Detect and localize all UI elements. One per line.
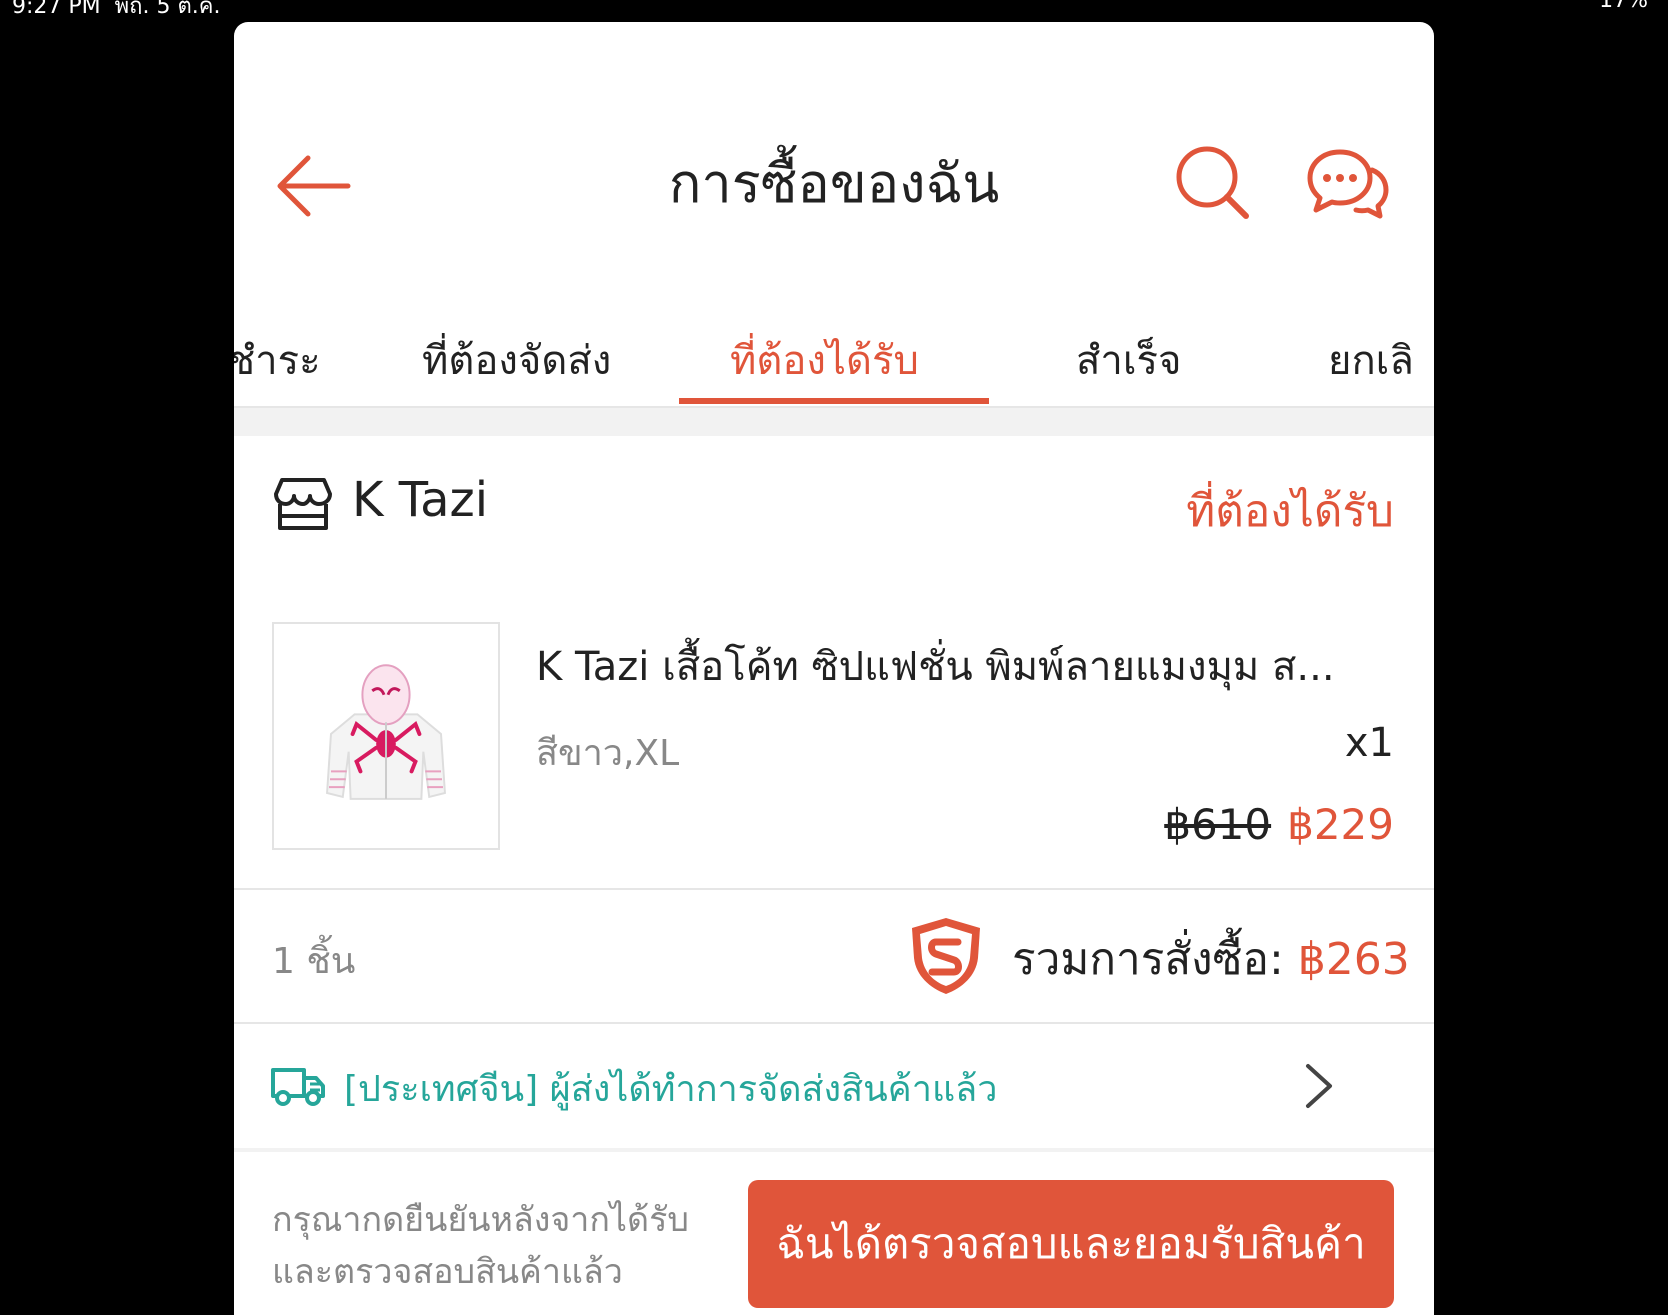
active-tab-indicator (679, 398, 989, 404)
status-bar: 9:27 PM พฤ. 5 ต.ค. 17% (0, 0, 1668, 14)
header: การซื้อของฉัน (234, 22, 1434, 292)
tab-to-receive[interactable]: ที่ต้องได้รับ (730, 328, 919, 392)
tab-cancelled[interactable]: ยกเลิ (1328, 328, 1414, 392)
tab-to-pay[interactable]: ชำระ (234, 328, 321, 392)
order-total-label: รวมการสั่งซื้อ: (1012, 934, 1284, 985)
sale-price: ฿229 (1287, 800, 1394, 849)
shipping-status-text: [ประเทศจีน] ผู้ส่งได้ทำการจัดส่งสินค้าแล… (344, 1069, 998, 1110)
product-variant: สีขาว,XL (536, 733, 680, 774)
shop-header: K Tazi ที่ต้องได้รับ (234, 436, 1434, 556)
order-summary: 1 ชิ้น รวมการสั่งซื้อ: ฿263 (234, 892, 1434, 1016)
order-total: รวมการสั่งซื้อ: ฿263 (1012, 924, 1410, 994)
page-title: การซื้อของฉัน (668, 152, 1000, 215)
product-name[interactable]: K Tazi เสื้อโค้ท ซิปแฟชั่น พิมพ์ลายแมงมุ… (536, 634, 1386, 698)
tab-to-ship[interactable]: ที่ต้องจัดส่ง (422, 328, 611, 392)
confirm-note-line1: กรุณากดยืนยันหลังจากได้รับ (272, 1200, 689, 1240)
status-time: 9:27 PM พฤ. 5 ต.ค. (12, 0, 221, 14)
shipping-status-row[interactable]: [ประเทศจีน] ผู้ส่งได้ทำการจัดส่งสินค้าแล… (234, 1024, 1434, 1144)
order-status: ที่ต้องได้รับ (1186, 486, 1394, 537)
divider (234, 888, 1434, 890)
status-battery: 17% (1599, 0, 1648, 13)
search-icon[interactable] (1174, 144, 1252, 222)
hoodie-image (326, 664, 446, 800)
section-gap (234, 408, 1434, 436)
shopee-guarantee-shield-icon (912, 918, 980, 994)
order-total-value: ฿263 (1297, 934, 1410, 985)
original-price: ฿610 (1164, 800, 1272, 849)
confirm-received-button[interactable]: ฉันได้ตรวจสอบและยอมรับสินค้า (748, 1180, 1394, 1308)
truck-icon (271, 1068, 325, 1106)
chat-icon[interactable] (1306, 144, 1390, 222)
item-count: 1 ชิ้น (272, 941, 356, 982)
product-prices: ฿610 ฿229 (1164, 800, 1394, 849)
order-tabs: ชำระ ที่ต้องจัดส่ง ที่ต้องได้รับ สำเร็จ … (234, 292, 1434, 408)
product-image[interactable] (272, 622, 500, 850)
confirm-note: กรุณากดยืนยันหลังจากได้รับ และตรวจสอบสิน… (272, 1194, 712, 1298)
shop-name[interactable]: K Tazi (352, 472, 488, 528)
confirm-note-line2: และตรวจสอบสินค้าแล้ว (272, 1252, 623, 1292)
tab-completed[interactable]: สำเร็จ (1076, 328, 1181, 392)
chevron-right-icon (1306, 1064, 1332, 1108)
product-quantity: x1 (1344, 720, 1394, 766)
shop-icon (274, 478, 332, 530)
my-purchases-panel: การซื้อของฉัน ชำระ ที่ต้องจัดส่ง ที่ต้อง… (234, 22, 1434, 1315)
section-gap (234, 1148, 1434, 1152)
